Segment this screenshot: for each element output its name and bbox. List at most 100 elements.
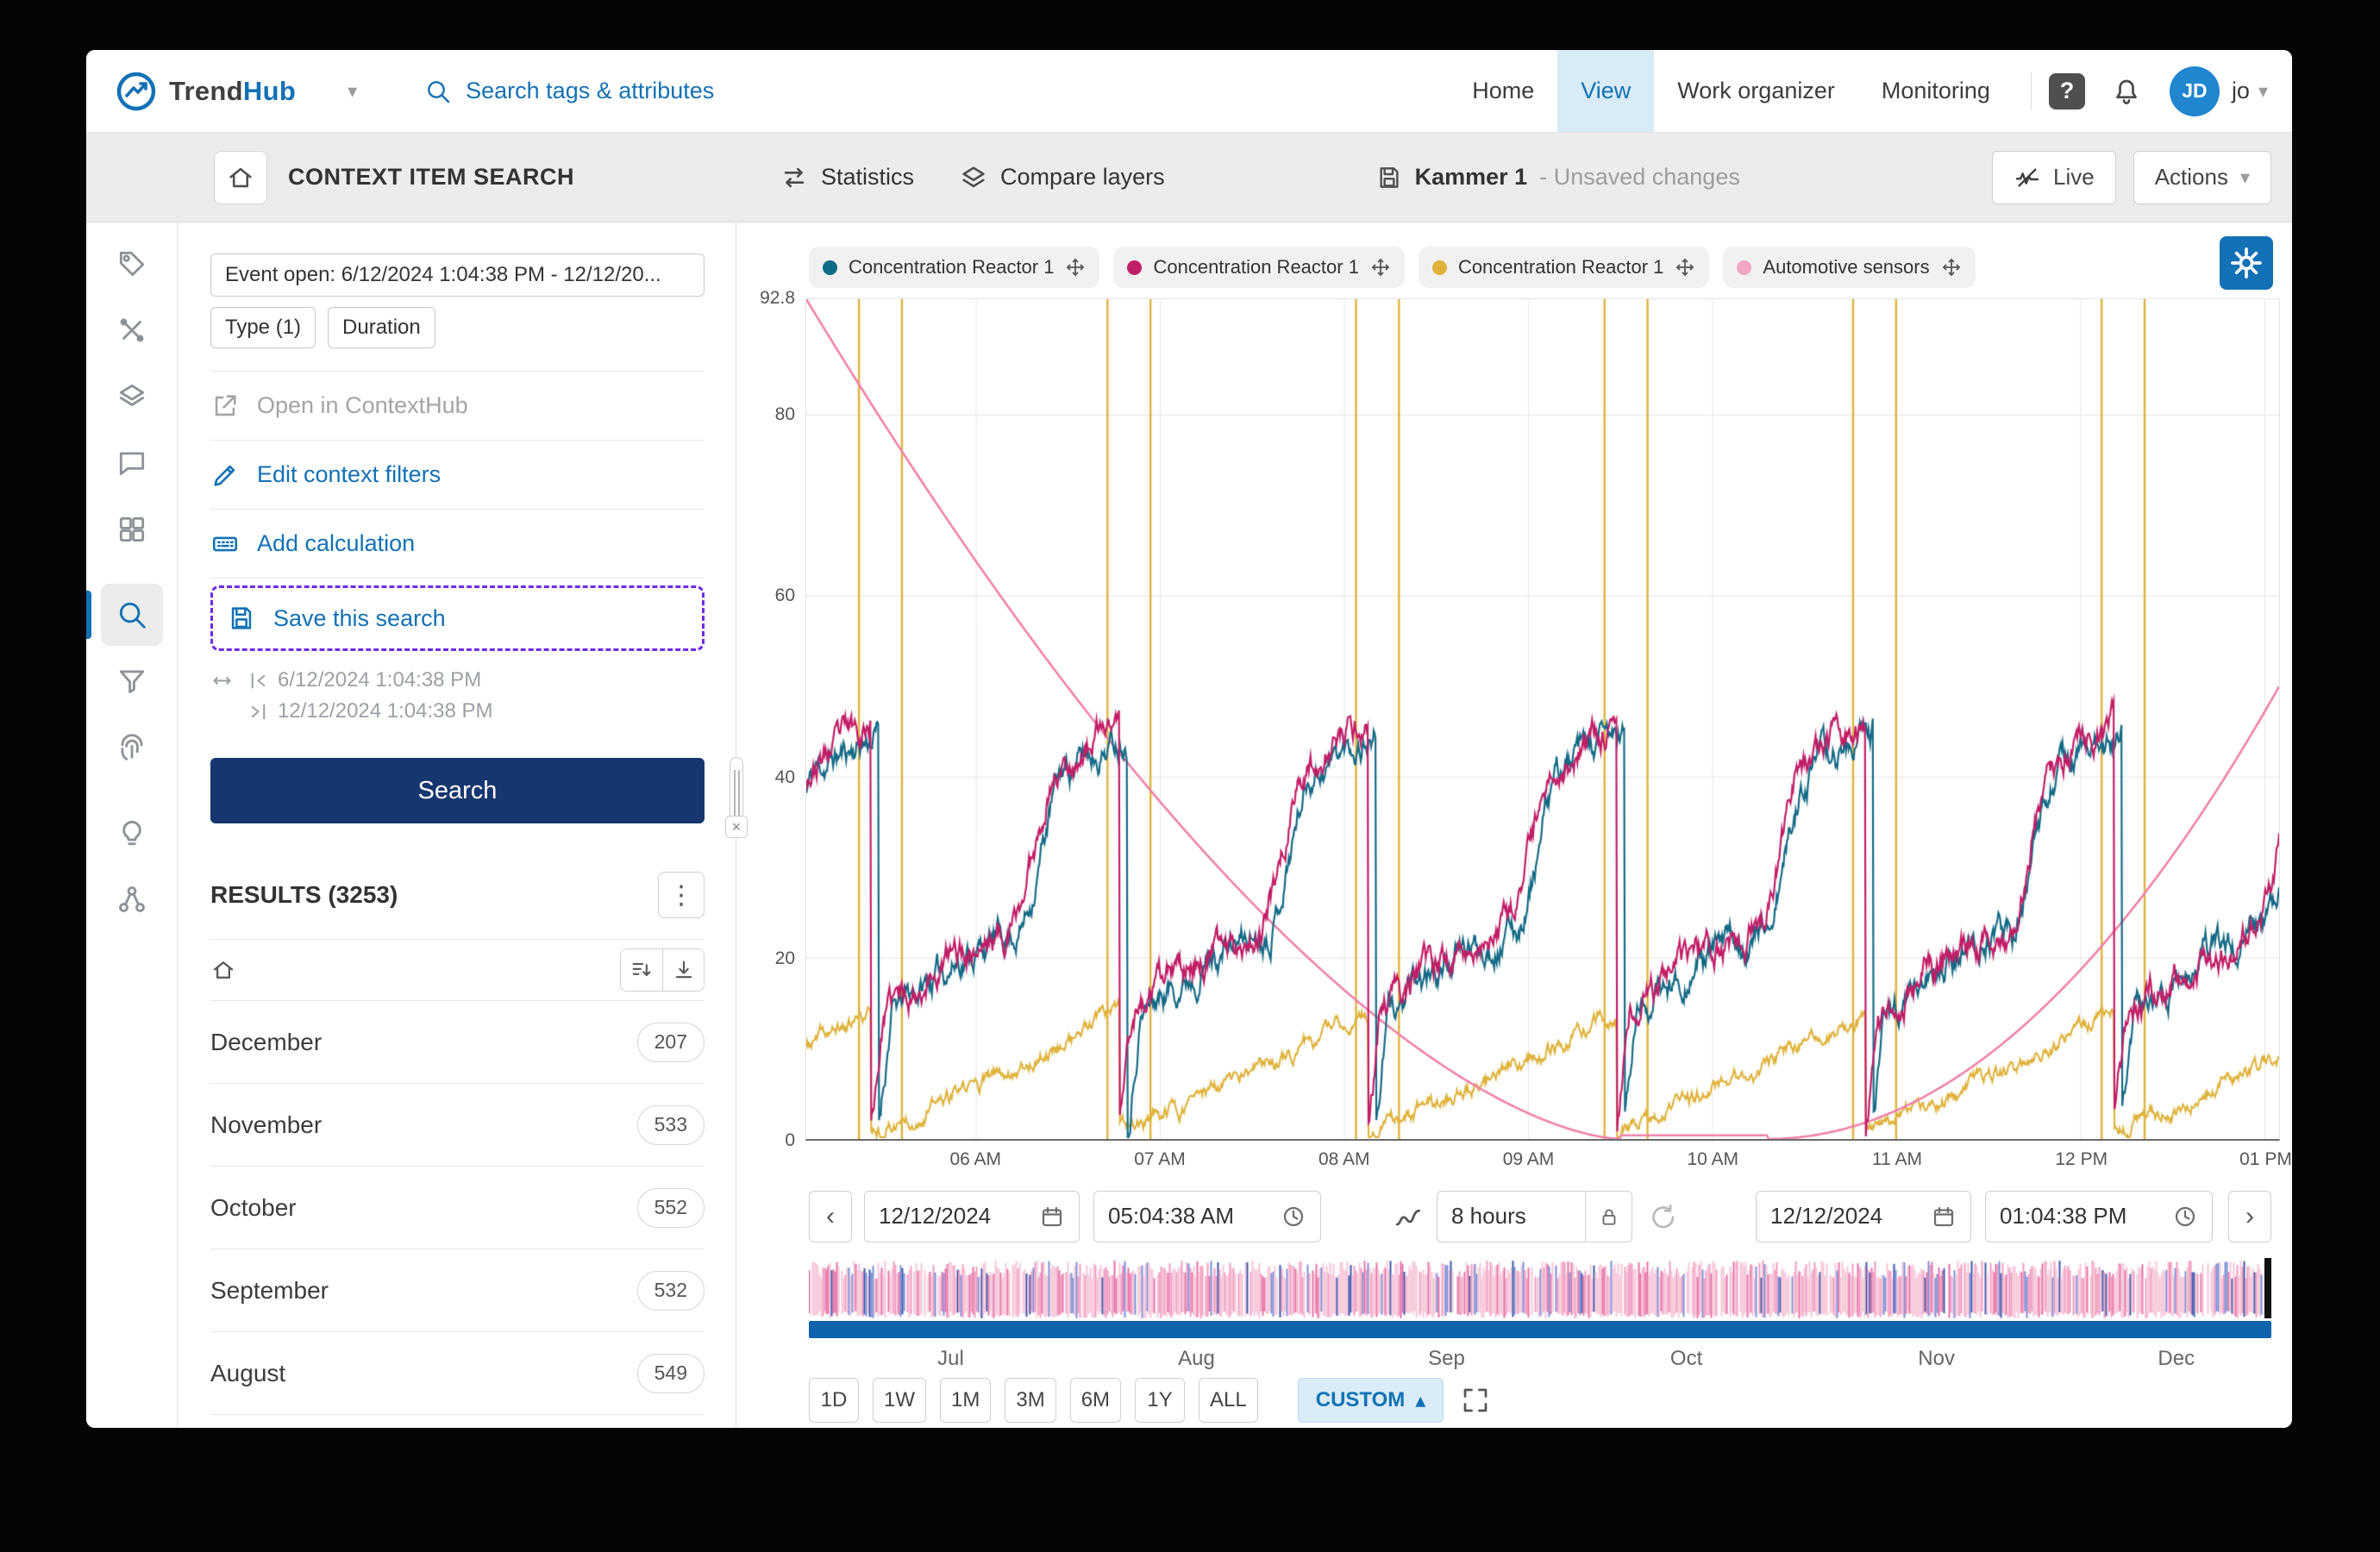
rail-dashboard-button[interactable]	[101, 498, 163, 560]
zoom-custom-button[interactable]: CUSTOM ▴	[1297, 1378, 1444, 1423]
clock-icon	[1283, 1206, 1304, 1226]
collapse-icon	[675, 961, 692, 979]
zoom-1y-button[interactable]: 1Y	[1135, 1378, 1186, 1423]
type-filter-chip[interactable]: Type (1)	[210, 307, 316, 348]
user-menu[interactable]: jo ▾	[2232, 78, 2292, 104]
global-search-input[interactable]: Search tags & attributes	[424, 78, 714, 105]
avatar[interactable]: JD	[2169, 66, 2220, 116]
duration-field[interactable]: 8 hours	[1437, 1190, 1632, 1242]
rail-insights-button[interactable]	[101, 802, 163, 864]
result-row-november[interactable]: November 533	[210, 1084, 705, 1167]
app-logo[interactable]: TrendHub ▾	[116, 71, 357, 112]
du3ration-filter-chip[interactable]: Duration	[328, 307, 435, 348]
search-range: 6/12/2024 1:04:38 PM 12/12/2024 1:04:38 …	[210, 668, 705, 723]
collapse-all-button[interactable]	[662, 949, 704, 991]
zoom-1d-button[interactable]: 1D	[809, 1378, 859, 1423]
main-content: Event open: 6/12/2024 1:04:38 PM - 12/12…	[86, 222, 2292, 1428]
notifications-button[interactable]	[2111, 76, 2142, 107]
nav-home[interactable]: Home	[1449, 50, 1557, 132]
document-name: Kammer 1	[1414, 164, 1528, 190]
brand-caret-icon[interactable]: ▾	[348, 80, 357, 103]
result-row-august[interactable]: August 549	[210, 1332, 705, 1415]
end-time-field[interactable]: 01:04:38 PM	[1985, 1190, 2213, 1242]
overview-canvas	[809, 1257, 2271, 1318]
rail-filter-button[interactable]	[101, 650, 163, 712]
overview-right-handle[interactable]	[2264, 1257, 2271, 1318]
move-icon[interactable]	[1675, 257, 1695, 278]
timeline-overview	[809, 1257, 2271, 1338]
result-row-september[interactable]: September 532	[210, 1249, 705, 1332]
edit-context-filters-button[interactable]: Edit context filters	[210, 441, 705, 510]
search-submit-button[interactable]: Search	[210, 758, 705, 823]
external-link-icon	[215, 394, 236, 416]
zoom-all-button[interactable]: ALL	[1199, 1378, 1258, 1423]
legend-chip-reactor-2[interactable]: Concentration Reactor 1	[1113, 247, 1405, 288]
compare-layers-button[interactable]: Compare layers	[959, 163, 1165, 192]
add-calculation-button[interactable]: Add calculation	[210, 510, 705, 579]
month-label: Sep	[1428, 1346, 1465, 1370]
count-badge: 207	[636, 1022, 705, 1062]
chart-area: Concentration Reactor 1 Concentration Re…	[736, 222, 2292, 1428]
home-button[interactable]	[214, 150, 267, 204]
help-button[interactable]: ?	[2048, 72, 2085, 110]
save-this-search-button[interactable]: Save this search	[227, 590, 688, 647]
lock-duration-button[interactable]	[1585, 1191, 1632, 1242]
x-tick-label: 10 AM	[1687, 1149, 1739, 1169]
zoom-6m-button[interactable]: 6M	[1069, 1378, 1122, 1423]
pan-left-button[interactable]: ‹	[809, 1190, 852, 1242]
nav-work-organizer[interactable]: Work organizer	[1654, 50, 1858, 132]
rail-comments-button[interactable]	[101, 432, 163, 494]
nav-monitoring[interactable]: Monitoring	[1858, 50, 2014, 132]
sort-button[interactable]	[621, 949, 662, 991]
rail-model-button[interactable]	[101, 868, 163, 930]
event-filter-chip[interactable]: Event open: 6/12/2024 1:04:38 PM - 12/12…	[210, 253, 705, 297]
open-contexthub-button[interactable]: Open in ContextHub	[210, 372, 705, 441]
overview-scrollbar[interactable]	[809, 1320, 2271, 1338]
live-button[interactable]: Live	[1991, 150, 2116, 204]
history-button[interactable]	[1643, 1197, 1682, 1236]
timespan-presets-button[interactable]	[1388, 1197, 1428, 1236]
legend-chip-reactor-3[interactable]: Concentration Reactor 1	[1418, 247, 1710, 288]
move-icon[interactable]	[1370, 257, 1391, 278]
page-title: CONTEXT ITEM SEARCH	[288, 164, 575, 190]
overview-strip[interactable]	[809, 1257, 2271, 1318]
fit-timeframe-button[interactable]	[1456, 1380, 1495, 1420]
series-color-dot	[823, 260, 837, 275]
rail-fingerprint-button[interactable]	[101, 717, 163, 779]
end-date-field[interactable]: 12/12/2024	[1756, 1190, 1971, 1242]
rail-tag-button[interactable]	[101, 233, 163, 295]
chart-settings-button[interactable]	[2220, 236, 2273, 290]
series-color-dot	[1431, 260, 1447, 275]
rail-layers-button[interactable]	[101, 366, 163, 428]
result-row-december[interactable]: December 207	[210, 1001, 705, 1084]
nav-view[interactable]: View	[1557, 50, 1655, 132]
legend-chip-reactor-1[interactable]: Concentration Reactor 1	[809, 247, 1100, 288]
start-date-field[interactable]: 12/12/2024	[864, 1190, 1080, 1242]
month-label: Nov	[1918, 1346, 1955, 1370]
range-start-icon	[251, 673, 266, 688]
panel-collapse-button[interactable]: ×	[725, 816, 748, 838]
range-end-icon	[251, 704, 266, 719]
chart-legend: Concentration Reactor 1 Concentration Re…	[809, 247, 2206, 288]
pan-right-button[interactable]: ›	[2228, 1190, 2271, 1242]
rail-search-button[interactable]	[86, 584, 163, 646]
legend-chip-automotive-sensors[interactable]: Automotive sensors	[1723, 247, 1976, 288]
zoom-3m-button[interactable]: 3M	[1005, 1378, 1056, 1423]
start-time-field[interactable]: 05:04:38 AM	[1093, 1190, 1321, 1242]
zoom-1w-button[interactable]: 1W	[873, 1378, 926, 1423]
results-menu-button[interactable]: ⋮	[658, 872, 705, 918]
context-search-panel: Event open: 6/12/2024 1:04:38 PM - 12/12…	[178, 222, 736, 1428]
move-icon[interactable]	[1065, 257, 1086, 278]
move-icon[interactable]	[1941, 257, 1962, 278]
toolbar-right: Live Actions ▾	[1991, 150, 2271, 204]
zoom-1m-button[interactable]: 1M	[940, 1378, 992, 1423]
result-row-october[interactable]: October 552	[210, 1167, 705, 1249]
statistics-button[interactable]: Statistics	[780, 163, 914, 192]
save-icon[interactable]	[1375, 164, 1403, 191]
lock-icon	[1602, 1209, 1615, 1225]
y-tick-label: 0	[785, 1130, 795, 1150]
actions-button[interactable]: Actions ▾	[2133, 150, 2271, 204]
rail-tools-button[interactable]	[101, 299, 163, 361]
plot-canvas[interactable]	[806, 299, 2279, 1139]
x-axis: 06 AM 07 AM 08 AM 09 AM 10 AM 11 AM 12 PM 01 PM	[805, 1144, 2291, 1177]
